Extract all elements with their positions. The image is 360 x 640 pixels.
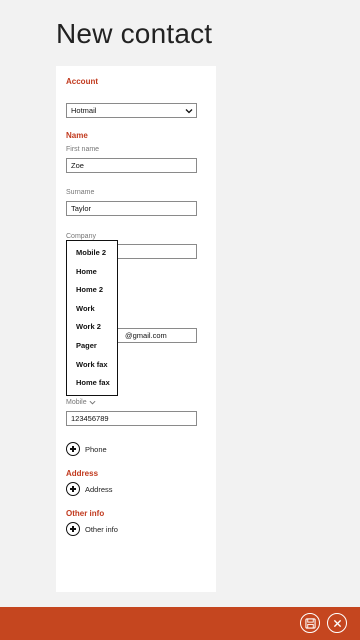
chevron-down-icon: [185, 109, 193, 114]
email-field-value: @gmail.com: [125, 331, 167, 340]
add-other-info-label: Other info: [85, 524, 118, 534]
phone-field[interactable]: 123456789: [66, 411, 197, 426]
chevron-down-icon: [89, 400, 96, 405]
add-icon: [66, 442, 80, 456]
add-icon: [66, 482, 80, 496]
phone-type-menu: Mobile 2 Home Home 2 Work Work 2 Pager W…: [66, 240, 118, 396]
account-select[interactable]: Hotmail: [66, 103, 197, 118]
company-label: Company: [66, 233, 96, 240]
close-icon: [333, 619, 341, 627]
menu-item-work-2[interactable]: Work 2: [67, 318, 117, 337]
add-address-label: Address: [85, 484, 113, 494]
first-name-field[interactable]: Zoe: [66, 158, 197, 173]
add-address-button[interactable]: Address: [66, 482, 113, 496]
menu-item-mobile-2[interactable]: Mobile 2: [67, 244, 117, 263]
app-bar: [0, 607, 360, 640]
add-phone-button[interactable]: Phone: [66, 442, 107, 456]
surname-label: Surname: [66, 189, 95, 196]
phone-type-selector[interactable]: Mobile: [66, 399, 96, 406]
menu-item-work-fax[interactable]: Work fax: [67, 356, 117, 375]
page-title: New contact: [56, 18, 213, 49]
add-icon: [66, 522, 80, 536]
account-select-value: Hotmail: [71, 106, 97, 115]
first-name-label: First name: [66, 146, 100, 153]
save-button[interactable]: [300, 613, 320, 633]
address-section-heading: Address: [66, 469, 99, 478]
add-phone-label: Phone: [85, 444, 107, 454]
add-other-info-button[interactable]: Other info: [66, 522, 118, 536]
save-icon: [304, 617, 316, 629]
other-info-section-heading: Other info: [66, 509, 105, 518]
menu-item-pager[interactable]: Pager: [67, 337, 117, 356]
menu-item-home[interactable]: Home: [67, 263, 117, 282]
phone-type-label: Mobile: [66, 399, 87, 406]
menu-item-home-2[interactable]: Home 2: [67, 281, 117, 300]
cancel-button[interactable]: [327, 613, 347, 633]
account-section-heading: Account: [66, 77, 98, 86]
menu-item-work[interactable]: Work: [67, 300, 117, 319]
name-section-heading: Name: [66, 131, 88, 140]
menu-item-home-fax[interactable]: Home fax: [67, 374, 117, 393]
surname-field[interactable]: Taylor: [66, 201, 197, 216]
